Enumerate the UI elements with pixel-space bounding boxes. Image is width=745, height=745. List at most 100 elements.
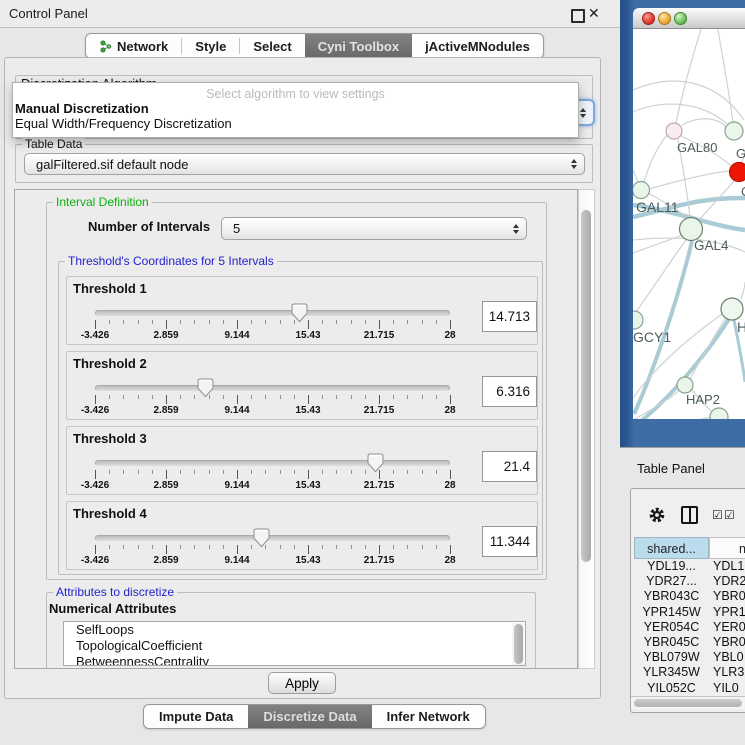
tab-select[interactable]: Select [240, 34, 304, 58]
network-icon [99, 40, 112, 53]
table-cell: YDR27... [634, 574, 709, 589]
table-column-header[interactable]: shared... [634, 537, 709, 559]
tab-label: Style [195, 39, 226, 54]
network-node[interactable] [666, 123, 682, 139]
slider-track[interactable] [95, 310, 450, 316]
zoom-traffic-light-icon[interactable] [674, 12, 687, 25]
threshold-row: Threshold 3 -3.4262.8599.14415.4321.7152… [66, 426, 538, 495]
control-panel-titlebar: Control Panel ✕ [0, 0, 620, 28]
num-intervals-value: 5 [233, 218, 240, 239]
combo-arrows-icon [580, 108, 586, 118]
window-titlebar[interactable] [633, 8, 745, 29]
table-cell: YDL19... [634, 559, 709, 574]
close-icon[interactable]: ✕ [588, 5, 600, 22]
algorithm-option[interactable]: Equal Width/Frequency Discretization [15, 116, 232, 131]
table-row[interactable]: YDL19...YDL1 [634, 559, 745, 575]
close-traffic-light-icon[interactable] [642, 12, 655, 25]
table-cell: YDL1 [711, 559, 744, 574]
checkbox-icon[interactable]: ☑ [712, 509, 723, 521]
network-node[interactable] [677, 377, 693, 393]
node-table: ☑ ☑ shared... na YDL19...YDL1YDR27...YDR… [630, 488, 745, 713]
slider-thumb[interactable] [291, 303, 308, 323]
table-row[interactable]: YLR345WYLR3 [634, 665, 745, 681]
table-panel-title: Table Panel [637, 461, 705, 476]
node-label: H [737, 319, 745, 335]
table-row[interactable]: YIL052CYIL0 [634, 681, 745, 697]
threshold-row: Threshold 2 -3.4262.8599.14415.4321.7152… [66, 351, 538, 420]
table-row[interactable]: YPR145WYPR1 [634, 605, 745, 621]
settings-scroll-area: Interval Definition Number of Intervals … [14, 189, 578, 669]
tab-network[interactable]: Network [86, 34, 181, 58]
slider-thumb[interactable] [367, 453, 384, 473]
threshold-label: Threshold 4 [73, 506, 147, 521]
attribute-item[interactable]: BetweennessCentrality [64, 654, 525, 666]
network-edge [682, 119, 726, 127]
slider-thumb[interactable] [253, 528, 270, 548]
table-row[interactable]: YER054CYER0 [634, 620, 745, 636]
network-edge [690, 319, 725, 379]
table-cell: YBL0 [711, 650, 744, 665]
tab-cyni-toolbox[interactable]: Cyni Toolbox [305, 34, 412, 58]
vertical-scrollbar[interactable] [578, 189, 595, 669]
num-intervals-combo[interactable]: 5 [221, 217, 527, 240]
slider-track[interactable] [95, 385, 450, 391]
float-window-icon[interactable] [571, 9, 585, 23]
table-row[interactable]: YDR27...YDR2 [634, 574, 745, 590]
tab-impute-data[interactable]: Impute Data [144, 705, 248, 728]
table-row[interactable]: YBR043CYBR0 [634, 589, 745, 605]
attributes-group-label: Attributes to discretize [53, 586, 177, 599]
network-node[interactable] [721, 298, 743, 320]
table-cell: YPR145W [634, 605, 709, 620]
tab-content-panel: Discretization Algorithm Table Data galF… [4, 57, 601, 699]
threshold-label: Threshold 3 [73, 431, 147, 446]
table-row[interactable]: YBL079WYBL0 [634, 650, 745, 666]
split-panel-icon[interactable] [681, 506, 698, 524]
apply-button[interactable]: Apply [268, 672, 336, 694]
threshold-value-field[interactable]: 21.4 [482, 451, 537, 482]
network-edge [649, 171, 730, 189]
network-node[interactable] [730, 163, 745, 182]
slider-track[interactable] [95, 535, 450, 541]
panel-title: Control Panel [9, 6, 88, 21]
attributes-list: SelfLoopsTopologicalCoefficientBetweenne… [63, 621, 526, 666]
tab-style[interactable]: Style [182, 34, 239, 58]
gear-icon[interactable] [648, 506, 666, 524]
list-scrollbar[interactable] [512, 623, 524, 665]
threshold-value-field[interactable]: 11.344 [482, 526, 537, 557]
slider-track[interactable] [95, 460, 450, 466]
threshold-value-field[interactable]: 6.316 [482, 376, 537, 407]
horizontal-scrollbar[interactable] [631, 696, 745, 709]
attribute-item[interactable]: SelfLoops [64, 622, 525, 638]
table-cell: YBR0 [711, 635, 745, 650]
tab-infer-network[interactable]: Infer Network [372, 705, 485, 728]
network-node[interactable] [633, 311, 643, 329]
table-data-group: Table Data galFiltered.sif default node [15, 144, 593, 183]
network-window: GAL80GACGAL11GAL4GCY1HHAP2 [633, 8, 745, 419]
network-node[interactable] [633, 182, 650, 199]
threshold-value-field[interactable]: 14.713 [482, 301, 537, 332]
network-node[interactable] [710, 408, 728, 419]
table-column-header[interactable]: na [709, 537, 745, 559]
network-canvas[interactable]: GAL80GACGAL11GAL4GCY1HHAP2 [633, 29, 745, 419]
network-node[interactable] [725, 122, 743, 140]
table-data-combo[interactable]: galFiltered.sif default node [24, 153, 585, 175]
table-data-label: Table Data [22, 138, 85, 151]
tab-discretize-data[interactable]: Discretize Data [248, 705, 371, 728]
attributes-group: Attributes to discretize Numerical Attri… [46, 592, 536, 669]
slider-thumb[interactable] [197, 378, 214, 398]
attribute-item[interactable]: TopologicalCoefficient [64, 638, 525, 654]
node-label: GAL80 [677, 140, 717, 155]
table-row[interactable]: YBR045CYBR0 [634, 635, 745, 651]
algorithm-option[interactable]: Manual Discretization [15, 101, 149, 116]
minimize-traffic-light-icon[interactable] [658, 12, 671, 25]
threshold-label: Threshold 1 [73, 281, 147, 296]
threshold-label: Threshold 2 [73, 356, 147, 371]
tab-jactivemnodules[interactable]: jActiveMNodules [412, 34, 543, 58]
tab-label: Cyni Toolbox [318, 39, 399, 54]
network-edge [636, 240, 686, 312]
tab-label: jActiveMNodules [425, 39, 530, 54]
scrollbar-thumb[interactable] [581, 210, 591, 562]
interval-definition-label: Interval Definition [53, 196, 152, 209]
checkbox-icon[interactable]: ☑ [724, 509, 735, 521]
scrollbar-thumb[interactable] [634, 699, 742, 707]
